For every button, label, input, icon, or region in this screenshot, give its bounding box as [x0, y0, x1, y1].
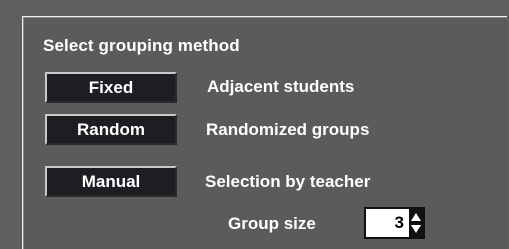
- group-size-stepper[interactable]: 3: [364, 207, 425, 239]
- manual-description: Selection by teacher: [205, 172, 371, 191]
- group-size-label: Group size: [228, 214, 316, 233]
- group-size-value[interactable]: 3: [374, 213, 404, 233]
- stepper-arrows: [409, 209, 423, 237]
- fixed-description: Adjacent students: [207, 77, 355, 96]
- arrow-down-icon[interactable]: [411, 225, 421, 233]
- random-description: Randomized groups: [206, 120, 370, 139]
- grouping-heading: Select grouping method: [43, 36, 240, 55]
- fixed-button[interactable]: Fixed: [45, 72, 177, 103]
- arrow-up-icon[interactable]: [411, 213, 421, 221]
- random-button[interactable]: Random: [45, 114, 177, 145]
- manual-button[interactable]: Manual: [45, 166, 177, 197]
